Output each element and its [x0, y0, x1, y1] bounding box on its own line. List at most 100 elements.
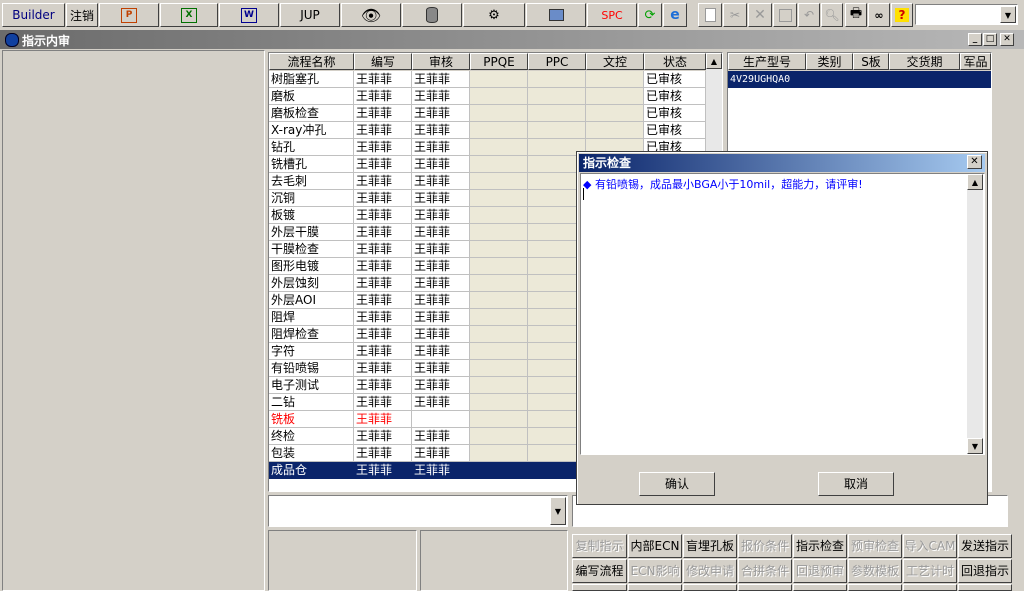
flow-header-1[interactable]: 编写 — [354, 53, 412, 70]
spc-button[interactable]: SPC — [587, 3, 637, 27]
excel-button[interactable]: X — [160, 3, 218, 27]
buttons-row2-button-4[interactable]: 回退预审 — [793, 559, 847, 583]
print-button[interactable]: 🖶 — [845, 3, 867, 27]
table-row[interactable]: X-ray冲孔 王菲菲 王菲菲 已审核 — [269, 122, 706, 139]
table-cell: 王菲菲 — [354, 326, 412, 343]
dialog-titlebar: 指示检查 — [579, 154, 985, 172]
message-text: 有铅喷锡，成品最小BGA小于10mil，超能力，请评审! — [594, 178, 863, 191]
table-row[interactable]: 树脂塞孔 王菲菲 王菲菲 已审核 — [269, 71, 706, 88]
minimize-button[interactable]: _ — [968, 33, 982, 46]
dialog-close-button[interactable]: ✕ — [967, 155, 982, 169]
table-cell: 王菲菲 — [412, 275, 470, 292]
find-button[interactable]: ∞ — [868, 3, 890, 27]
table-row[interactable]: 4V29UGHQA0 — [728, 71, 991, 88]
table-cell: 王菲菲 — [354, 360, 412, 377]
table-cell — [470, 173, 528, 190]
preview-icon: 🔍︎ — [824, 8, 840, 22]
message-scrollbar[interactable]: ▲ ▼ — [967, 174, 983, 454]
flow-header-5[interactable]: 文控 — [586, 53, 644, 70]
buttons-row1-button-0[interactable]: 复制指示 — [572, 534, 627, 558]
table-row[interactable]: 磨板 王菲菲 王菲菲 已审核 — [269, 88, 706, 105]
word-button[interactable]: W — [219, 3, 279, 27]
table-cell: 字符 — [269, 343, 354, 360]
save-button[interactable] — [773, 3, 797, 27]
builder-button[interactable]: Builder — [2, 3, 65, 27]
product-header-2[interactable]: S板 — [853, 53, 889, 70]
toolbar-combo[interactable]: ▼ — [915, 4, 1018, 25]
refresh-button[interactable]: ⟳ — [638, 3, 662, 27]
buttons-row1-button-1[interactable]: 内部ECN — [628, 534, 682, 558]
flow-header-3[interactable]: PPQE — [470, 53, 528, 70]
buttons-row1-button-6[interactable]: 导入CAM — [903, 534, 957, 558]
buttons-row1-button-3[interactable]: 报价条件 — [738, 534, 792, 558]
product-header-0[interactable]: 生产型号 — [728, 53, 806, 70]
flow-grid-header: 流程名称 编写 审核 PPQE PPC 文控 状态 — [269, 53, 706, 71]
table-row[interactable]: 磨板检查 王菲菲 王菲菲 已审核 — [269, 105, 706, 122]
computer-button[interactable] — [526, 3, 586, 27]
flow-header-6[interactable]: 状态 — [644, 53, 706, 70]
delete-button[interactable]: ✕ — [748, 3, 772, 27]
table-cell: 4V29UGHQA0 — [728, 71, 806, 88]
product-header-4[interactable]: 军品 — [960, 53, 991, 70]
preview-button[interactable]: 🔍︎ — [821, 3, 843, 27]
buttons-row1-button-7[interactable]: 发送指示 — [958, 534, 1012, 558]
network-button[interactable]: ⚙ — [463, 3, 525, 27]
browser-button[interactable]: e — [663, 3, 687, 27]
cut-button[interactable]: ✂ — [723, 3, 747, 27]
remark-combo[interactable]: ▼ — [268, 495, 568, 527]
table-cell: 王菲菲 — [354, 139, 412, 156]
table-cell: 阻焊检查 — [269, 326, 354, 343]
table-cell: 王菲菲 — [354, 292, 412, 309]
powerpoint-button[interactable]: P — [99, 3, 159, 27]
chevron-down-icon[interactable]: ▼ — [550, 497, 566, 525]
table-cell — [586, 71, 644, 88]
buttons-row2-button-5[interactable]: 参数模板 — [848, 559, 902, 583]
scroll-up-icon[interactable]: ▲ — [967, 174, 983, 190]
database-button[interactable] — [402, 3, 462, 27]
table-cell: 王菲菲 — [412, 224, 470, 241]
computer-icon — [548, 9, 564, 21]
table-cell — [470, 258, 528, 275]
chevron-down-icon[interactable]: ▼ — [1000, 6, 1016, 23]
product-header-3[interactable]: 交货期 — [889, 53, 960, 70]
buttons-row1-button-5[interactable]: 预审检查 — [848, 534, 902, 558]
flow-header-4[interactable]: PPC — [528, 53, 586, 70]
buttons-row2-button-6[interactable]: 工艺计时 — [903, 559, 957, 583]
scroll-down-icon[interactable]: ▼ — [967, 438, 983, 454]
maximize-icon: □ — [985, 34, 995, 44]
buttons-row2-button-2[interactable]: 修改申请 — [683, 559, 737, 583]
buttons-row1-button-4[interactable]: 指示检查 — [793, 534, 847, 558]
buttons-row2-button-0[interactable]: 编写流程 — [572, 559, 627, 583]
view-button[interactable]: 👁 — [341, 3, 401, 27]
table-cell: 铣槽孔 — [269, 156, 354, 173]
table-cell: 王菲菲 — [354, 224, 412, 241]
product-header-1[interactable]: 类别 — [806, 53, 853, 70]
buttons-row1-button-2[interactable]: 盲埋孔板 — [683, 534, 737, 558]
buttons-row2-button-1[interactable]: ECN影响 — [628, 559, 682, 583]
table-cell: 有铅喷锡 — [269, 360, 354, 377]
help-icon: ? — [895, 8, 909, 22]
close-window-button[interactable]: ✕ — [1000, 33, 1014, 46]
table-cell — [470, 224, 528, 241]
buttons-row2-button-7[interactable]: 回退指示 — [958, 559, 1012, 583]
buttons-row2-button-3[interactable]: 合拼条件 — [738, 559, 792, 583]
ok-button[interactable]: 确认 — [639, 472, 715, 496]
maximize-button[interactable]: □ — [983, 33, 997, 46]
undo-button[interactable]: ↶ — [798, 3, 820, 27]
cancel-button[interactable]: 取消 — [818, 472, 894, 496]
flow-header-0[interactable]: 流程名称 — [269, 53, 354, 70]
message-box[interactable]: ◆ 有铅喷锡，成品最小BGA小于10mil，超能力，请评审! ▲ ▼ — [580, 173, 985, 455]
table-cell: 王菲菲 — [354, 258, 412, 275]
table-cell — [470, 326, 528, 343]
logout-button[interactable]: 注销 — [66, 3, 98, 27]
table-cell: 板镀 — [269, 207, 354, 224]
new-button[interactable] — [698, 3, 722, 27]
table-cell — [470, 241, 528, 258]
help-button[interactable]: ? — [891, 3, 913, 27]
table-cell: 沉铜 — [269, 190, 354, 207]
jup-button[interactable]: JUP — [280, 3, 340, 27]
flow-header-2[interactable]: 审核 — [412, 53, 470, 70]
table-cell — [528, 71, 586, 88]
scroll-up-icon[interactable]: ▲ — [706, 53, 722, 69]
table-cell — [889, 71, 960, 88]
